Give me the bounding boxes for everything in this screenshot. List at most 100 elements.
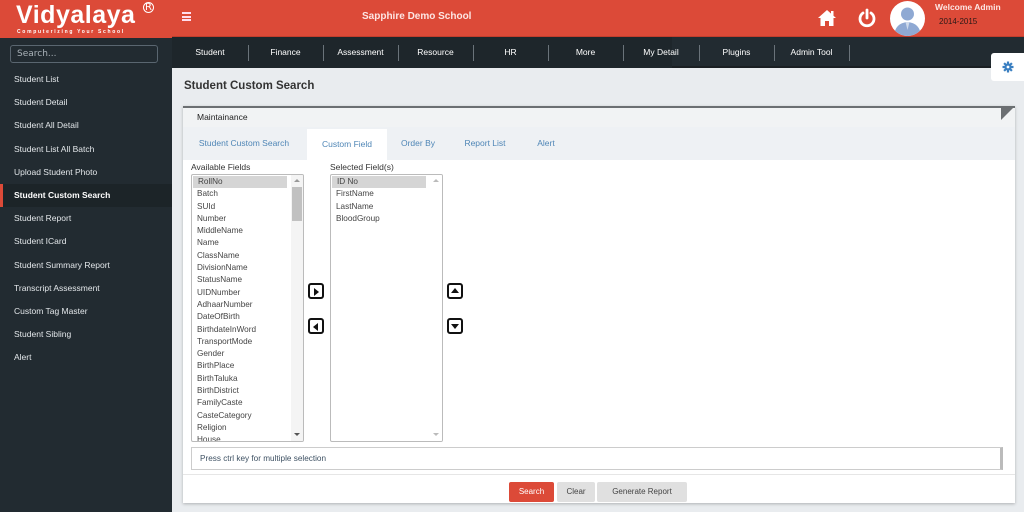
- user-avatar-icon: [894, 7, 921, 36]
- panel-header: Maintainance: [183, 108, 1015, 127]
- logo-tagline: Computerizing Your School: [17, 29, 125, 35]
- list-option[interactable]: Number: [192, 213, 289, 225]
- selected-fields-label: Selected Field(s): [330, 162, 394, 172]
- multi-select-hint: Press ctrl key for multiple selection: [191, 447, 1003, 470]
- list-option[interactable]: Name: [192, 237, 289, 249]
- list-option[interactable]: DateOfBirth: [192, 311, 289, 323]
- scroll-down-icon[interactable]: [433, 433, 439, 436]
- sidebar-item-student-sibling[interactable]: Student Sibling: [0, 323, 172, 346]
- list-option[interactable]: BirthPlace: [192, 360, 289, 372]
- available-fields-scrollbar[interactable]: [291, 175, 303, 441]
- list-option[interactable]: LastName: [331, 201, 428, 213]
- list-option[interactable]: House: [192, 434, 289, 441]
- sidebar-item-student-list-all-batch[interactable]: Student List All Batch: [0, 138, 172, 161]
- list-option[interactable]: UIDNumber: [192, 287, 289, 299]
- arrow-right-icon: [314, 288, 319, 296]
- scroll-thumb[interactable]: [292, 187, 302, 221]
- move-left-button[interactable]: [308, 318, 324, 334]
- list-option[interactable]: AdhaarNumber: [192, 299, 289, 311]
- header: Sapphire Demo School Welcome Admin 2014-…: [172, 0, 1024, 37]
- divider: [183, 474, 1015, 475]
- selected-fields-scrollbar[interactable]: [430, 175, 442, 441]
- arrow-left-icon: [313, 323, 318, 331]
- nav-item-admin-tool[interactable]: Admin Tool: [774, 37, 849, 68]
- search-button[interactable]: Search: [509, 482, 554, 502]
- sidebar-search-input[interactable]: [10, 45, 158, 63]
- avatar[interactable]: [890, 1, 925, 36]
- tab-alert[interactable]: Alert: [521, 127, 571, 160]
- sidebar-item-custom-tag-master[interactable]: Custom Tag Master: [0, 300, 172, 323]
- sidebar-item-student-detail[interactable]: Student Detail: [0, 91, 172, 114]
- registered-mark: R: [143, 2, 154, 13]
- list-option[interactable]: BirthdateInWord: [192, 324, 289, 336]
- list-option[interactable]: SUId: [192, 201, 289, 213]
- nav-item-plugins[interactable]: Plugins: [699, 37, 774, 68]
- gear-icon: [1002, 61, 1014, 73]
- sidebar: Vidyalaya R Computerizing Your School St…: [0, 0, 172, 512]
- arrow-up-icon: [451, 288, 459, 293]
- school-name: Sapphire Demo School: [362, 11, 472, 22]
- sidebar-menu: Student List Student Detail Student All De…: [0, 68, 172, 369]
- available-fields-list[interactable]: RollNo Batch SUId Number MiddleName Name Class…: [191, 174, 304, 442]
- list-option[interactable]: StatusName: [192, 274, 289, 286]
- nav-item-student[interactable]: Student: [172, 37, 248, 68]
- move-up-button[interactable]: [447, 283, 463, 299]
- main-nav: Student Finance Assessment Resource HR More My…: [172, 37, 1024, 68]
- clear-button[interactable]: Clear: [557, 482, 595, 502]
- tab-custom-field[interactable]: Custom Field: [307, 129, 387, 160]
- custom-search-panel: Maintainance Student Custom Search Custom…: [183, 106, 1015, 503]
- power-icon[interactable]: [858, 8, 876, 28]
- arrow-down-icon: [451, 324, 459, 329]
- sidebar-item-student-all-detail[interactable]: Student All Detail: [0, 114, 172, 137]
- tab-bar: Student Custom Search Custom Field Order B…: [183, 127, 1015, 160]
- list-option[interactable]: BirthTaluka: [192, 373, 289, 385]
- list-option[interactable]: Religion: [192, 422, 289, 434]
- sidebar-item-student-summary-report[interactable]: Student Summary Report: [0, 254, 172, 277]
- sidebar-item-upload-student-photo[interactable]: Upload Student Photo: [0, 161, 172, 184]
- list-option[interactable]: MiddleName: [192, 225, 289, 237]
- list-option[interactable]: FirstName: [331, 188, 428, 200]
- logo[interactable]: Vidyalaya R Computerizing Your School: [0, 0, 172, 38]
- list-option[interactable]: DivisionName: [192, 262, 289, 274]
- sidebar-item-student-icard[interactable]: Student ICard: [0, 230, 172, 253]
- list-option[interactable]: Gender: [192, 348, 289, 360]
- scroll-up-icon[interactable]: [433, 179, 439, 182]
- nav-item-finance[interactable]: Finance: [248, 37, 323, 68]
- scroll-down-icon[interactable]: [294, 433, 300, 436]
- move-right-button[interactable]: [308, 283, 324, 299]
- tab-report-list[interactable]: Report List: [449, 127, 521, 160]
- settings-button[interactable]: [991, 53, 1024, 81]
- sidebar-item-student-list[interactable]: Student List: [0, 68, 172, 91]
- logo-text: Vidyalaya: [16, 1, 136, 29]
- nav-item-my-detail[interactable]: My Detail: [623, 37, 699, 68]
- list-option[interactable]: CasteCategory: [192, 410, 289, 422]
- list-option[interactable]: FamilyCaste: [192, 397, 289, 409]
- collapse-corner-icon[interactable]: [1001, 108, 1013, 120]
- sidebar-item-student-report[interactable]: Student Report: [0, 207, 172, 230]
- list-option[interactable]: TransportMode: [192, 336, 289, 348]
- academic-year[interactable]: 2014-2015: [939, 17, 977, 26]
- home-icon[interactable]: [817, 9, 837, 27]
- list-option[interactable]: BirthDistrict: [192, 385, 289, 397]
- tab-order-by[interactable]: Order By: [387, 127, 449, 160]
- selected-fields-list[interactable]: ID No FirstName LastName BloodGroup: [330, 174, 443, 442]
- nav-separator: [849, 45, 850, 61]
- sidebar-item-student-custom-search[interactable]: Student Custom Search: [0, 183, 172, 208]
- nav-item-assessment[interactable]: Assessment: [323, 37, 398, 68]
- scroll-up-icon[interactable]: [294, 179, 300, 182]
- page-title: Student Custom Search: [184, 80, 315, 92]
- tab-student-custom-search[interactable]: Student Custom Search: [183, 127, 305, 160]
- move-down-button[interactable]: [447, 318, 463, 334]
- sidebar-item-transcript-assessment[interactable]: Transcript Assessment: [0, 277, 172, 300]
- list-option[interactable]: BloodGroup: [331, 213, 428, 225]
- list-option[interactable]: RollNo: [193, 176, 287, 189]
- nav-item-resource[interactable]: Resource: [398, 37, 473, 68]
- list-option[interactable]: ClassName: [192, 250, 289, 262]
- list-option[interactable]: Batch: [192, 188, 289, 200]
- generate-report-button[interactable]: Generate Report: [597, 482, 687, 502]
- menu-icon[interactable]: [182, 12, 191, 21]
- nav-item-more[interactable]: More: [548, 37, 623, 68]
- list-option[interactable]: ID No: [332, 176, 426, 189]
- sidebar-item-alert[interactable]: Alert: [0, 346, 172, 369]
- nav-item-hr[interactable]: HR: [473, 37, 548, 68]
